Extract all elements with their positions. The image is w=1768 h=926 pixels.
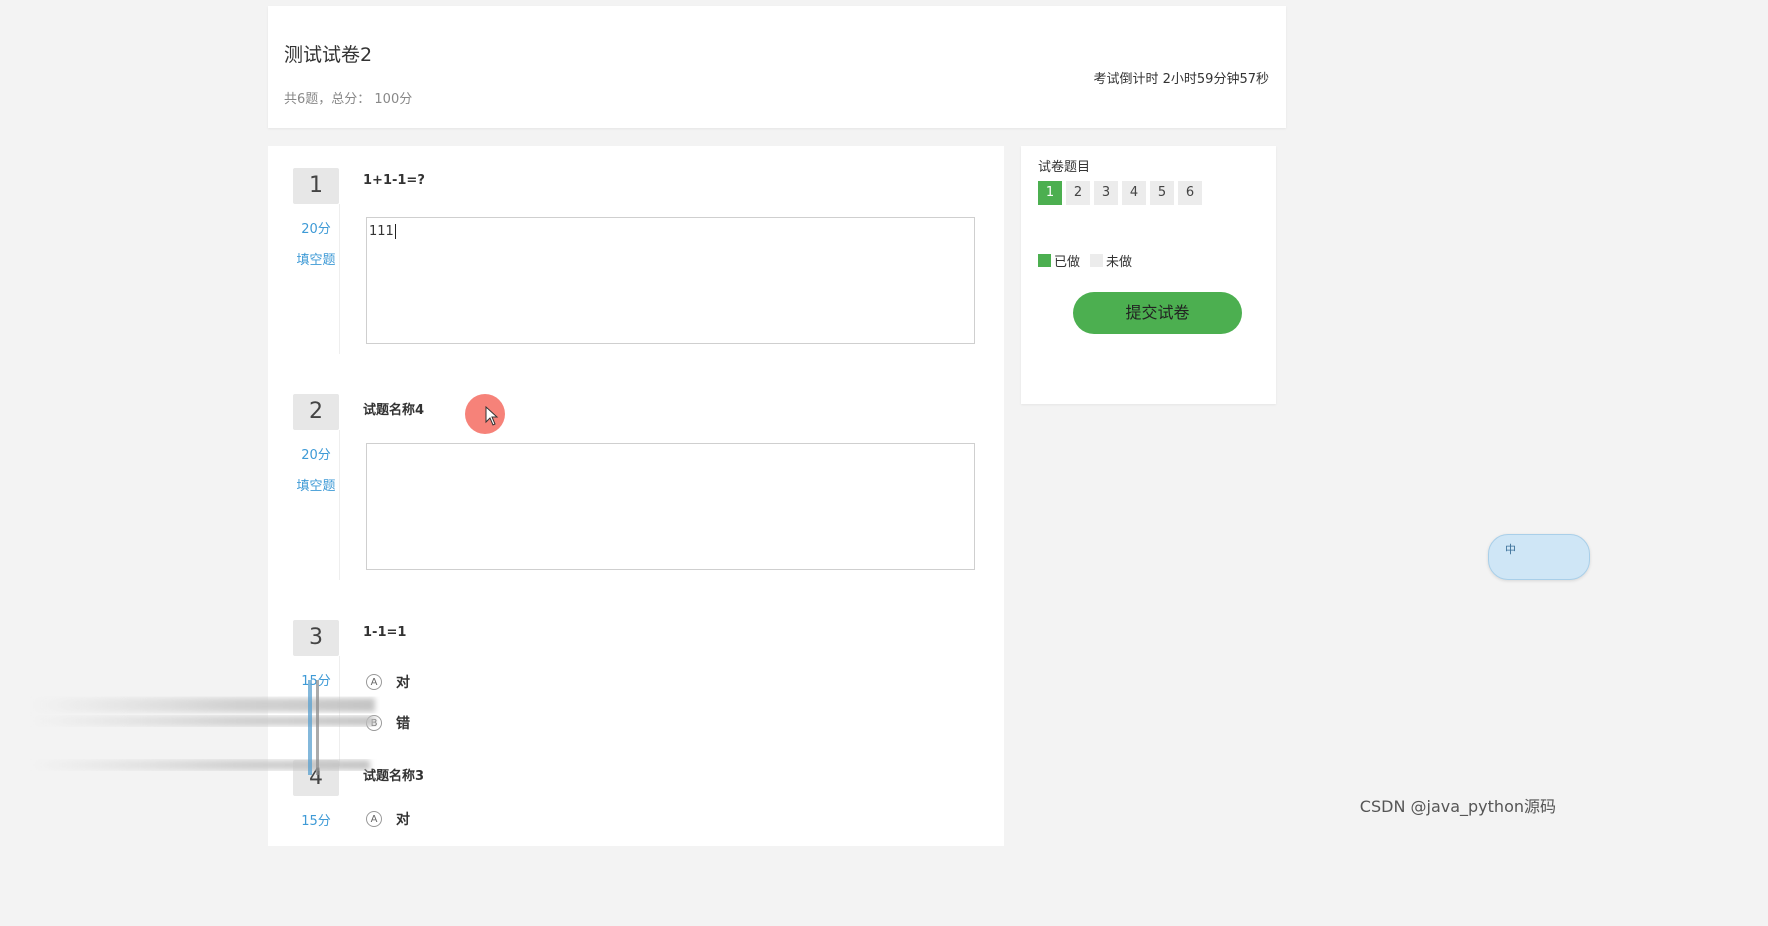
submit-exam-button[interactable]: 提交试卷 <box>1073 292 1242 334</box>
question-divider <box>339 204 340 354</box>
nav-question-5[interactable]: 5 <box>1150 181 1174 205</box>
question-nav-row: 1 2 3 4 5 6 <box>1038 181 1206 205</box>
option-label: 错 <box>396 716 410 732</box>
question-type: 填空题 <box>296 479 336 494</box>
exam-header: 测试试卷2 共6题，总分： 100分 考试倒计时 2小时59分钟57秒 <box>268 6 1286 128</box>
legend-todo-label: 未做 <box>1106 255 1133 270</box>
status-legend: 已做 未做 <box>1038 251 1132 270</box>
option-letter: A <box>366 811 382 827</box>
text-caret <box>394 224 396 239</box>
nav-question-3[interactable]: 3 <box>1094 181 1118 205</box>
question-navigator: 试卷题目 1 2 3 4 5 6 已做 未做 提交试卷 <box>1021 146 1276 404</box>
question-score: 20分 <box>301 448 331 463</box>
nav-question-2[interactable]: 2 <box>1066 181 1090 205</box>
question-text: 1+1-1=? <box>363 173 425 188</box>
question-number: 1 <box>293 168 339 204</box>
motion-blur-artifact <box>30 680 375 775</box>
question-text: 1-1=1 <box>363 625 407 640</box>
watermark: CSDN @java_python源码 <box>1359 797 1556 816</box>
option-label: 对 <box>396 675 410 691</box>
todo-swatch <box>1090 254 1104 267</box>
nav-question-1[interactable]: 1 <box>1038 181 1062 205</box>
exam-page: 测试试卷2 共6题，总分： 100分 考试倒计时 2小时59分钟57秒 1 20… <box>0 0 1590 846</box>
navigator-title: 试卷题目 <box>1038 160 1091 175</box>
legend-done-label: 已做 <box>1054 255 1081 270</box>
question-score: 20分 <box>301 222 331 237</box>
question-text: 试题名称4 <box>363 403 425 418</box>
answer-value: 111 <box>369 224 394 239</box>
nav-question-4[interactable]: 4 <box>1122 181 1146 205</box>
done-swatch <box>1038 254 1051 267</box>
page-title: 测试试卷2 <box>284 44 373 66</box>
exam-summary: 共6题，总分： 100分 <box>284 92 413 107</box>
answer-field[interactable]: 111 <box>366 217 975 344</box>
nav-question-6[interactable]: 6 <box>1178 181 1202 205</box>
option-a[interactable]: A 对 <box>366 809 410 829</box>
question-divider <box>339 430 340 580</box>
question-type: 填空题 <box>296 253 336 268</box>
ime-toolbar[interactable]: 中 <box>1488 534 1590 580</box>
countdown-timer: 考试倒计时 2小时59分钟57秒 <box>1093 72 1270 87</box>
answer-field[interactable] <box>366 443 975 570</box>
question-score: 15分 <box>301 814 331 829</box>
option-label: 对 <box>396 812 410 828</box>
mouse-pointer-icon <box>485 406 499 426</box>
ime-mode-label: 中 <box>1505 543 1516 556</box>
question-number: 2 <box>293 394 339 430</box>
question-number: 3 <box>293 620 339 656</box>
